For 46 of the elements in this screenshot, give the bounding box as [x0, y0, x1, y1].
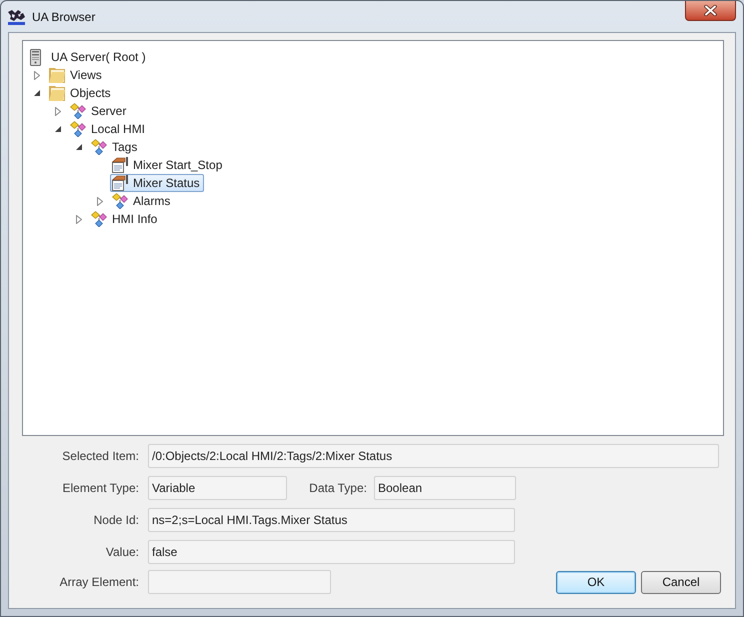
tree-item[interactable]: Alarms	[110, 192, 174, 210]
caret-right-icon[interactable]	[97, 196, 103, 206]
element-type-field[interactable]: Variable	[148, 476, 287, 500]
diamond-cluster-icon	[91, 139, 107, 155]
app-logo-icon	[8, 9, 25, 25]
caret-right-icon[interactable]	[34, 70, 40, 80]
document-tag-icon	[112, 175, 128, 191]
tree-view[interactable]: UA Server( Root ) Views Objects Server Local HMI Tags Mixer Start_Stop Mixer Status Alarms HMI Info	[22, 40, 724, 436]
node-id-field[interactable]: ns=2;s=Local HMI.Tags.Mixer Status	[148, 508, 515, 532]
folder-icon	[49, 67, 65, 83]
diamond-cluster-icon	[91, 211, 107, 227]
ok-button[interactable]: OK	[556, 570, 636, 594]
diamond-cluster-icon	[70, 121, 86, 137]
tree-item[interactable]: Views	[47, 66, 106, 84]
diamond-cluster-icon	[112, 193, 128, 209]
node-id-label: Node Id:	[92, 512, 139, 529]
window-title: UA Browser	[32, 10, 96, 24]
data-type-label: Data Type:	[308, 480, 367, 497]
tree-item[interactable]: Local HMI	[68, 120, 150, 138]
caret-right-icon[interactable]	[55, 106, 61, 116]
tree-item[interactable]: Mixer Status	[110, 174, 204, 192]
tree-item[interactable]: Mixer Start_Stop	[110, 156, 226, 174]
tree-item[interactable]: Tags	[89, 138, 142, 156]
tree-item[interactable]: Server	[68, 102, 130, 120]
tree-item[interactable]: HMI Info	[89, 210, 162, 228]
selected-item-label: Selected Item:	[61, 448, 139, 465]
close-button[interactable]	[685, 1, 736, 21]
array-element-field[interactable]	[148, 570, 331, 594]
value-label: Value:	[104, 544, 139, 561]
caret-right-icon[interactable]	[76, 214, 82, 224]
selected-item-field[interactable]: /0:Objects/2:Local HMI/2:Tags/2:Mixer Status	[148, 444, 719, 468]
tree-item[interactable]: UA Server( Root )	[28, 48, 150, 66]
element-type-label: Element Type:	[62, 480, 139, 497]
caret-down-icon[interactable]	[76, 144, 82, 150]
value-field[interactable]: false	[148, 540, 515, 564]
caret-down-icon[interactable]	[34, 90, 40, 96]
document-tag-icon	[112, 157, 128, 173]
close-icon	[704, 5, 717, 16]
array-element-label: Array Element:	[58, 574, 139, 591]
caret-down-icon[interactable]	[55, 126, 61, 132]
folder-icon	[49, 85, 65, 101]
cancel-button[interactable]: Cancel	[641, 570, 721, 594]
data-type-field[interactable]: Boolean	[374, 476, 516, 500]
tree-item[interactable]: Objects	[47, 84, 115, 102]
diamond-cluster-icon	[70, 103, 86, 119]
server-tower-icon	[30, 48, 41, 66]
